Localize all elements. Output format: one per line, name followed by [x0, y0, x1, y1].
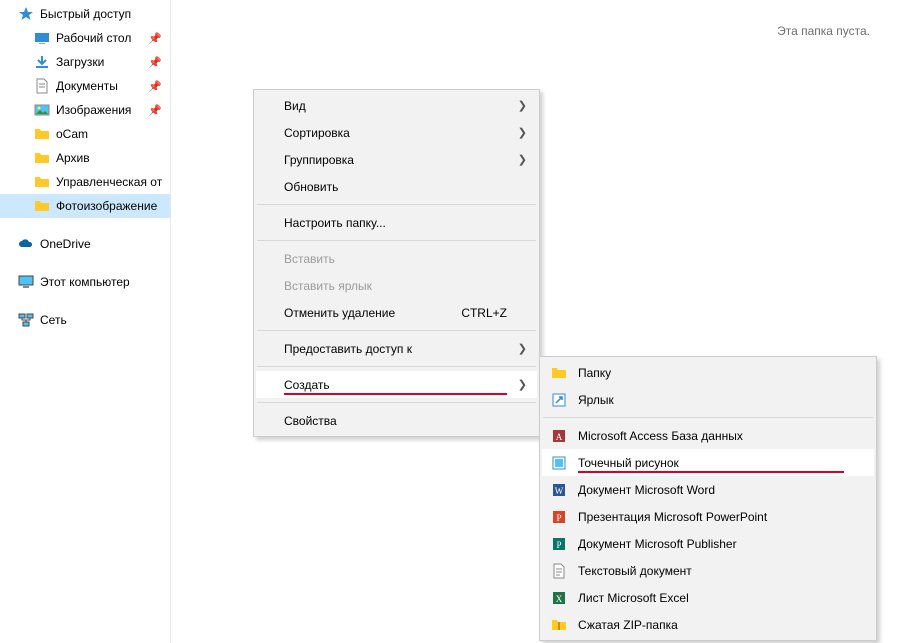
chevron-right-icon: ❯	[518, 342, 527, 355]
onedrive-icon	[18, 236, 34, 252]
folder-icon	[34, 126, 50, 142]
nav-quick-access[interactable]: Быстрый доступ	[0, 2, 170, 26]
svg-text:P: P	[556, 513, 561, 523]
menu-separator	[257, 240, 536, 241]
submenu-shortcut[interactable]: Ярлык	[542, 386, 874, 413]
menu-create[interactable]: Создать ❯	[256, 371, 537, 398]
chevron-right-icon: ❯	[518, 153, 527, 166]
svg-text:W: W	[555, 486, 564, 496]
chevron-right-icon: ❯	[518, 126, 527, 139]
pictures-icon	[34, 102, 50, 118]
submenu-bitmap[interactable]: Точечный рисунок	[542, 449, 874, 476]
menu-group[interactable]: Группировка ❯	[256, 146, 537, 173]
network-icon	[18, 312, 34, 328]
menu-share-access[interactable]: Предоставить доступ к ❯	[256, 335, 537, 362]
zip-icon	[550, 616, 568, 634]
menu-refresh[interactable]: Обновить	[256, 173, 537, 200]
submenu-text[interactable]: Текстовый документ	[542, 557, 874, 584]
nav-label: OneDrive	[40, 237, 91, 251]
word-icon: W	[550, 481, 568, 499]
computer-icon	[18, 274, 34, 290]
pin-icon: 📌	[148, 32, 162, 45]
highlight-underline	[284, 393, 507, 395]
nav-label: oCam	[56, 127, 88, 141]
nav-item-folder[interactable]: Управленческая от	[0, 170, 170, 194]
excel-icon: X	[550, 589, 568, 607]
nav-this-pc[interactable]: Этот компьютер	[0, 270, 170, 294]
create-submenu: Папку Ярлык A Microsoft Access База данн…	[539, 356, 877, 641]
submenu-publisher[interactable]: P Документ Microsoft Publisher	[542, 530, 874, 557]
menu-separator	[257, 330, 536, 331]
nav-network[interactable]: Сеть	[0, 308, 170, 332]
menu-separator	[257, 366, 536, 367]
shortcut-icon	[550, 391, 568, 409]
nav-label: Сеть	[40, 313, 67, 327]
nav-item-folder-selected[interactable]: Фотоизображение	[0, 194, 170, 218]
nav-item-documents[interactable]: Документы 📌	[0, 74, 170, 98]
pin-icon: 📌	[148, 104, 162, 117]
nav-item-desktop[interactable]: Рабочий стол 📌	[0, 26, 170, 50]
nav-item-pictures[interactable]: Изображения 📌	[0, 98, 170, 122]
pin-icon: 📌	[148, 56, 162, 69]
nav-label: Быстрый доступ	[40, 7, 131, 21]
menu-customize-folder[interactable]: Настроить папку...	[256, 209, 537, 236]
svg-text:X: X	[556, 594, 563, 604]
star-icon	[18, 6, 34, 22]
nav-item-folder[interactable]: oCam	[0, 122, 170, 146]
nav-label: Изображения	[56, 103, 131, 117]
folder-icon	[34, 150, 50, 166]
chevron-right-icon: ❯	[518, 99, 527, 112]
menu-properties[interactable]: Свойства	[256, 407, 537, 434]
highlight-underline	[578, 471, 844, 473]
context-menu: Вид ❯ Сортировка ❯ Группировка ❯ Обновит…	[253, 89, 540, 437]
documents-icon	[34, 78, 50, 94]
navigation-pane: Быстрый доступ Рабочий стол 📌 Загрузки 📌…	[0, 0, 170, 643]
folder-icon	[34, 198, 50, 214]
nav-label: Рабочий стол	[56, 31, 131, 45]
nav-item-downloads[interactable]: Загрузки 📌	[0, 50, 170, 74]
menu-separator	[257, 402, 536, 403]
nav-label: Загрузки	[56, 55, 104, 69]
publisher-icon: P	[550, 535, 568, 553]
powerpoint-icon: P	[550, 508, 568, 526]
submenu-powerpoint[interactable]: P Презентация Microsoft PowerPoint	[542, 503, 874, 530]
desktop-icon	[34, 30, 50, 46]
shortcut-label: CTRL+Z	[461, 306, 507, 320]
folder-icon	[34, 174, 50, 190]
submenu-access-db[interactable]: A Microsoft Access База данных	[542, 422, 874, 449]
pin-icon: 📌	[148, 80, 162, 93]
nav-label: Управленческая от	[56, 175, 162, 189]
menu-paste-shortcut: Вставить ярлык	[256, 272, 537, 299]
nav-item-folder[interactable]: Архив	[0, 146, 170, 170]
submenu-word[interactable]: W Документ Microsoft Word	[542, 476, 874, 503]
folder-icon	[550, 364, 568, 382]
nav-label: Архив	[56, 151, 90, 165]
menu-sort[interactable]: Сортировка ❯	[256, 119, 537, 146]
svg-text:A: A	[556, 432, 563, 442]
svg-text:P: P	[556, 540, 561, 550]
menu-separator	[543, 417, 873, 418]
access-icon: A	[550, 427, 568, 445]
submenu-folder[interactable]: Папку	[542, 359, 874, 386]
bitmap-icon	[550, 454, 568, 472]
nav-label: Документы	[56, 79, 118, 93]
downloads-icon	[34, 54, 50, 70]
submenu-excel[interactable]: X Лист Microsoft Excel	[542, 584, 874, 611]
nav-onedrive[interactable]: OneDrive	[0, 232, 170, 256]
chevron-right-icon: ❯	[518, 378, 527, 391]
empty-folder-message: Эта папка пуста.	[777, 24, 870, 38]
menu-paste: Вставить	[256, 245, 537, 272]
nav-label: Фотоизображение	[56, 199, 157, 213]
submenu-zip[interactable]: Сжатая ZIP-папка	[542, 611, 874, 638]
menu-undo-delete[interactable]: Отменить удаление CTRL+Z	[256, 299, 537, 326]
menu-view[interactable]: Вид ❯	[256, 92, 537, 119]
text-file-icon	[550, 562, 568, 580]
menu-separator	[257, 204, 536, 205]
nav-label: Этот компьютер	[40, 275, 130, 289]
